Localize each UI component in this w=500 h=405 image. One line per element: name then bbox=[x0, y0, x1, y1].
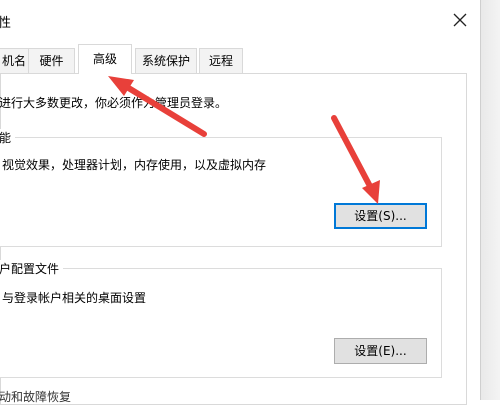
performance-group-title: 能 bbox=[0, 129, 16, 146]
tab-system-protection[interactable]: 系统保护 bbox=[135, 48, 197, 73]
user-profiles-description: 与登录帐户相关的桌面设置 bbox=[2, 291, 147, 305]
close-icon bbox=[453, 13, 467, 27]
tab-hardware[interactable]: 硬件 bbox=[28, 48, 75, 73]
user-profiles-group-title: 户配置文件 bbox=[0, 260, 64, 277]
title-bar: 性 bbox=[0, 0, 480, 40]
tab-computer-name-label: 机名 bbox=[1, 54, 26, 68]
admin-note: 进行大多数更改，你必须作为管理员登录。 bbox=[0, 96, 228, 110]
user-profiles-group: 户配置文件 与登录帐户相关的桌面设置 设置(E)... bbox=[0, 260, 442, 378]
window-edge bbox=[480, 0, 500, 400]
startup-recovery-group-title: 动和故障恢复 bbox=[0, 390, 72, 404]
tab-remote[interactable]: 远程 bbox=[199, 48, 243, 73]
close-button[interactable] bbox=[446, 8, 474, 32]
user-profiles-settings-button[interactable]: 设置(E)... bbox=[334, 338, 427, 364]
tab-computer-name[interactable]: 机名 bbox=[0, 48, 30, 73]
window-title: 性 bbox=[0, 16, 12, 31]
window-edge-shade bbox=[481, 0, 500, 400]
tab-system-protection-label: 系统保护 bbox=[141, 54, 190, 68]
tab-advanced[interactable]: 高级 bbox=[78, 44, 132, 74]
performance-description: 视觉效果，处理器计划，内存使用，以及虚拟内存 bbox=[2, 158, 267, 172]
performance-group: 能 视觉效果，处理器计划，内存使用，以及虚拟内存 设置(S)... bbox=[0, 129, 442, 247]
tab-strip: 机名 硬件 高级 系统保护 远程 bbox=[0, 44, 470, 74]
tab-hardware-label: 硬件 bbox=[39, 54, 64, 68]
tab-remote-label: 远程 bbox=[208, 54, 233, 68]
tab-advanced-label: 高级 bbox=[92, 52, 117, 66]
performance-settings-button[interactable]: 设置(S)... bbox=[334, 203, 427, 229]
